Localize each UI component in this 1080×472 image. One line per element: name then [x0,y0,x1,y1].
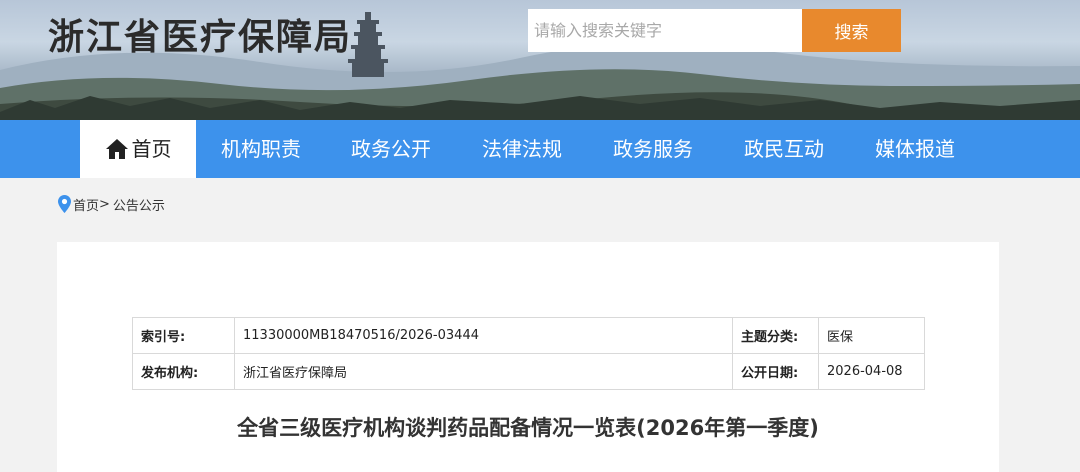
nav-item-government-affairs-disclosure[interactable]: 政务公开 [326,120,456,178]
breadcrumb-current-link[interactable]: 公告公示 [113,195,165,214]
nav-item-government-services[interactable]: 政务服务 [588,120,718,178]
breadcrumb-separator: > [99,196,110,212]
header-banner: 浙江省医疗保障局 搜索 [0,0,1080,120]
publisher-value: 浙江省医疗保障局 [234,353,733,390]
publisher-label: 发布机构: [132,353,235,390]
nav-item-institution-duties[interactable]: 机构职责 [196,120,326,178]
nav-item-label: 政务服务 [613,137,693,161]
home-icon [105,138,128,159]
topic-label: 主题分类: [732,317,819,354]
meta-row: 发布机构: 浙江省医疗保障局 公开日期: 2026-04-08 [132,353,925,390]
article-meta-table: 索引号: 11330000MB18470516/2026-03444 主题分类:… [132,317,925,390]
meta-row: 索引号: 11330000MB18470516/2026-03444 主题分类:… [132,317,925,354]
nav-item-laws-regulations[interactable]: 法律法规 [456,120,588,178]
search-button[interactable]: 搜索 [802,9,901,52]
nav-item-home[interactable]: 首页 [80,120,196,178]
main-nav: 首页 机构职责 政务公开 法律法规 政务服务 政民互动 媒体报道 [0,120,1080,178]
breadcrumb: 首页 > 公告公示 [58,194,165,214]
nav-item-label: 媒体报道 [875,137,955,161]
nav-item-label: 政民互动 [744,137,824,161]
content-panel: 索引号: 11330000MB18470516/2026-03444 主题分类:… [57,242,999,472]
topic-value: 医保 [818,317,925,354]
index-value: 11330000MB18470516/2026-03444 [234,317,733,354]
nav-item-label: 机构职责 [221,137,301,161]
nav-item-media-reports[interactable]: 媒体报道 [850,120,980,178]
index-label: 索引号: [132,317,235,354]
nav-item-label: 法律法规 [482,137,562,161]
nav-item-label: 政务公开 [351,137,431,161]
location-pin-icon [58,195,71,213]
date-value: 2026-04-08 [818,353,925,390]
article-title: 全省三级医疗机构谈判药品配备情况一览表(2026年第一季度) [237,416,819,440]
nav-item-label: 首页 [131,137,172,161]
date-label: 公开日期: [732,353,819,390]
site-title: 浙江省医疗保障局 [48,17,353,58]
search-input[interactable] [528,9,802,52]
nav-item-public-interaction[interactable]: 政民互动 [718,120,850,178]
breadcrumb-home-link[interactable]: 首页 [73,195,99,214]
